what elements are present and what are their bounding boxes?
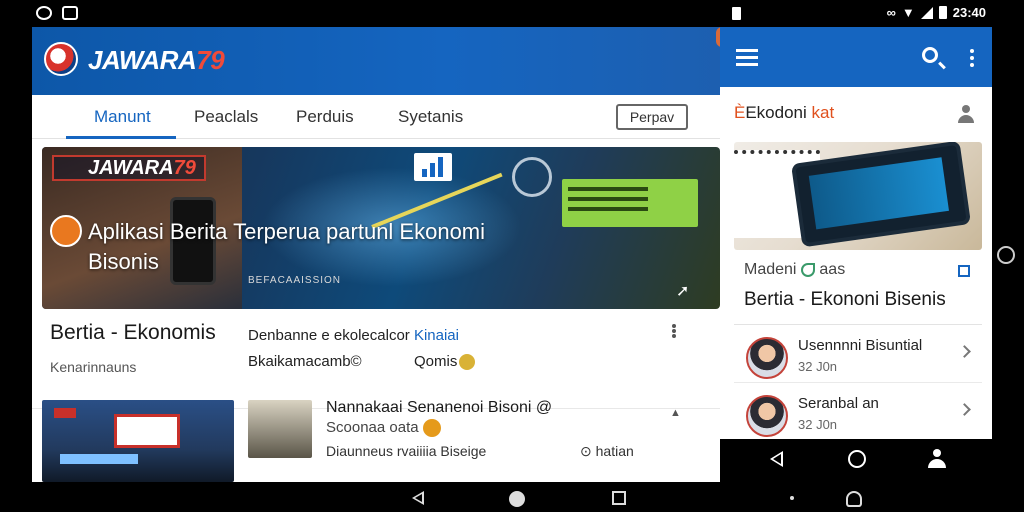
featured-tag: Qomis [414, 353, 476, 371]
chevron-right-icon [958, 403, 971, 416]
more-vert-icon[interactable] [672, 329, 676, 333]
app-badge-icon [50, 215, 82, 247]
note-graphic [562, 179, 698, 227]
coin-icon [459, 354, 476, 371]
wifi-icon: ▼ [901, 5, 915, 20]
device-screen: ∞ ▼ 23:40 JAWARA79 Manunt Peaclals Perdu… [0, 0, 1024, 512]
external-link-icon[interactable] [958, 265, 970, 277]
app-header: JAWARA79 [32, 27, 720, 95]
article-meta: Diaunneus rvaiiiia Biseige [326, 443, 487, 459]
tab-bar: Manunt Peaclals Perduis Syetanis Perpav [32, 95, 720, 139]
search-icon[interactable] [922, 47, 938, 63]
divider [734, 324, 982, 325]
featured-subtitle: Kenarinnauns [50, 359, 137, 375]
tab-syetanis[interactable]: Syetanis [398, 107, 463, 127]
brand-logo-text[interactable]: JAWARA79 [88, 45, 225, 76]
hero-headline: Aplikasi Berita Terperua partunl Ekonomi… [88, 219, 486, 274]
accessibility-icon[interactable] [846, 491, 862, 507]
status-bar: ∞ ▼ 23:40 [0, 0, 1024, 28]
menu-icon[interactable] [736, 49, 758, 52]
list-item-subtitle: 32 J0n [798, 417, 838, 432]
side-app-header [720, 27, 992, 87]
leaf-icon [800, 262, 815, 277]
article-thumbnail [42, 400, 234, 482]
side-app-nav-bar [720, 439, 992, 479]
avatar [746, 395, 788, 437]
list-item[interactable]: Usennnni Bisuntial 32 J0n [734, 327, 982, 383]
category-title: ÈEkodoni kat [734, 103, 835, 122]
chart-icon [414, 153, 452, 181]
list-item-title: Usennnni Bisuntial [798, 337, 923, 354]
featured-title: Bertia - Ekonomis [50, 321, 216, 344]
article-title: Nannakaai Senanenoi Bisoni @ [326, 399, 553, 416]
sd-card-icon [732, 7, 741, 20]
article-time: ⊙ hatian [580, 443, 634, 459]
more-vert-icon[interactable] [970, 49, 974, 53]
article-subtitle: Scoonaa oata [326, 419, 441, 438]
hero-brand-label: JAWARA79 [52, 155, 206, 181]
main-app-window: JAWARA79 Manunt Peaclals Perduis Syetani… [32, 27, 720, 482]
featured-description: Denbanne e ekolecalcor Kinaiai [248, 327, 459, 344]
article-photo [248, 400, 312, 458]
system-nav-bar [0, 482, 1024, 512]
chevron-right-icon [958, 345, 971, 358]
user-icon[interactable] [958, 105, 974, 123]
tab-perduis[interactable]: Perduis [296, 107, 354, 127]
recents-icon[interactable] [612, 491, 626, 505]
list-item[interactable]: Seranbal an 32 J0n [734, 385, 982, 439]
article-image[interactable] [734, 142, 982, 250]
tab-manunt[interactable]: Manunt [94, 107, 151, 127]
notification-icon [36, 6, 52, 20]
side-app-window: ÈEkodoni kat Madeni aas Bertia - Ekononi… [720, 27, 992, 439]
edit-icon[interactable]: ➚ [676, 281, 689, 301]
side-handle-icon[interactable] [997, 246, 1015, 264]
perpav-button[interactable]: Perpav [616, 104, 688, 130]
featured-source: Bkaikamacamb© [248, 353, 362, 370]
wrench-icon [422, 419, 441, 438]
back-icon[interactable] [770, 451, 783, 467]
logo-icon[interactable] [44, 42, 78, 76]
home-icon[interactable] [848, 450, 866, 468]
signal-icon [920, 6, 933, 19]
profile-icon[interactable] [928, 449, 946, 469]
active-tab-indicator [66, 136, 176, 139]
list-item[interactable]: Nannakaai Senanenoi Bisoni @ Scoonaa oat… [32, 399, 720, 482]
nfc-icon: ∞ [886, 5, 896, 20]
clock: 23:40 [952, 5, 986, 20]
avatar [746, 337, 788, 379]
hero-caption: BEFACAAISSION [248, 275, 342, 286]
dot-icon [790, 496, 794, 500]
article-meta: Madeni aas [744, 261, 846, 278]
back-icon[interactable] [412, 491, 424, 505]
battery-icon [938, 6, 947, 19]
hero-banner[interactable]: JAWARA79 Aplikasi Berita Terperua partun… [42, 147, 720, 309]
article-title[interactable]: Bertia - Ekononi Bisenis [744, 289, 946, 311]
expand-icon[interactable]: ▲ [670, 407, 681, 419]
tab-peaclals[interactable]: Peaclals [194, 107, 258, 127]
featured-article[interactable]: Bertia - Ekonomis Kenarinnauns Denbanne … [32, 317, 720, 409]
home-icon[interactable] [509, 491, 525, 507]
image-notification-icon [62, 6, 78, 20]
globe-icon [512, 157, 552, 197]
list-item-title: Seranbal an [798, 395, 879, 412]
list-item-subtitle: 32 J0n [798, 359, 838, 374]
